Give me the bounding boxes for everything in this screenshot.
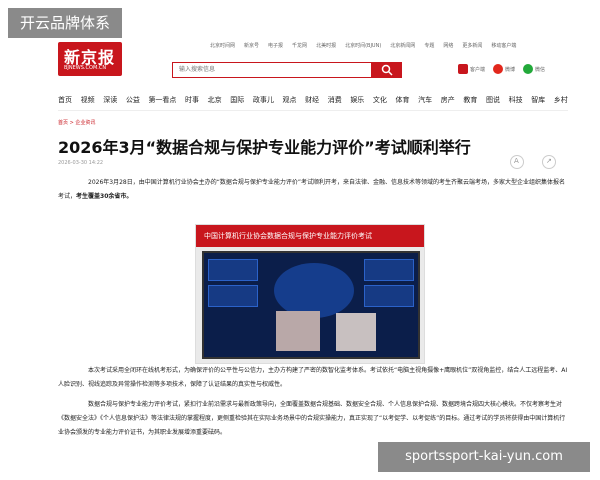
font-size-icon[interactable]: A — [510, 155, 524, 169]
photo-banner: 中国计算机行业协会数据合规与保护专业能力评价考试 — [196, 225, 424, 247]
top-link[interactable]: 北京新闻网 — [390, 40, 415, 52]
nav-item[interactable]: 图说 — [486, 95, 500, 107]
weibo-link[interactable]: 微博 — [493, 64, 515, 74]
nav-item[interactable]: 科技 — [509, 95, 523, 107]
article-photo: 中国计算机行业协会数据合规与保护专业能力评价考试 — [195, 224, 425, 364]
nav-item[interactable]: 汽车 — [418, 95, 432, 107]
screen-panel — [364, 259, 414, 281]
social-links: 客户端 微博 微信 — [458, 64, 545, 74]
top-link[interactable]: 更多新闻 — [462, 40, 482, 52]
wechat-icon — [523, 64, 534, 74]
map-display — [274, 263, 354, 318]
nav-item[interactable]: 公益 — [126, 95, 140, 107]
weibo-icon — [493, 64, 504, 74]
paragraph-text: 2026年3月28日，由中国计算机行业协会主办的“数据合规与保护专业能力评价”考… — [58, 179, 565, 200]
top-link[interactable]: 新京号 — [244, 40, 259, 52]
search-icon — [381, 64, 393, 76]
nav-item[interactable]: 文化 — [373, 95, 387, 107]
breadcrumb[interactable]: 首页 > 企业资讯 — [58, 119, 95, 126]
nav-item[interactable]: 首页 — [58, 95, 72, 107]
top-link[interactable]: 专题 — [424, 40, 434, 52]
wechat-link[interactable]: 微信 — [523, 64, 545, 74]
top-link[interactable]: 北京时间(BJUN) — [345, 40, 381, 52]
nav-item[interactable]: 国际 — [230, 95, 244, 107]
app-icon — [458, 64, 468, 74]
nav-divider — [58, 110, 568, 111]
article-paragraph-3: 数据合规与保护专业能力评价考试，紧扣行业前沿需求与最新政策导向，全面覆盖数据合规… — [58, 401, 566, 436]
nav-item[interactable]: 财经 — [305, 95, 319, 107]
publish-date: 2026-03-30 14:22 — [58, 160, 104, 166]
nav-item[interactable]: 智库 — [531, 95, 545, 107]
nav-item[interactable]: 教育 — [463, 95, 477, 107]
watermark: sportssport-kai-yun.com — [378, 442, 590, 472]
top-link[interactable]: 电子报 — [268, 40, 283, 52]
nav-item[interactable]: 乡村 — [554, 95, 568, 107]
screen-panel — [208, 285, 258, 307]
screen-panel — [208, 259, 258, 281]
nav-item[interactable]: 体育 — [396, 95, 410, 107]
nav-item[interactable]: 政事儿 — [253, 95, 274, 107]
social-label: 微博 — [505, 66, 516, 73]
top-link[interactable]: 网络 — [443, 40, 453, 52]
site-logo[interactable]: 新京报 BJNEWS.COM.CN — [58, 42, 122, 76]
nav-item[interactable]: 房产 — [441, 95, 455, 107]
nav-item[interactable]: 视频 — [81, 95, 95, 107]
app-link[interactable]: 客户端 — [458, 64, 485, 74]
blurred-face — [276, 311, 320, 351]
top-link-bar: 北京时间网 新京号 电子报 千龙网 北美时报 北京时间(BJUN) 北京新闻网 … — [210, 40, 570, 52]
article-paragraph-2: 本次考试采用全闭环在线机考形式，为确保评价的公平性与公信力，主办方构建了严密的数… — [58, 367, 568, 388]
blurred-face — [336, 313, 376, 351]
top-link[interactable]: 千龙网 — [292, 40, 307, 52]
nav-item[interactable]: 娱乐 — [350, 95, 364, 107]
main-nav: 首页 视频 深读 公益 第一看点 时事 北京 国际 政事儿 观点 财经 消费 娱… — [58, 95, 568, 107]
screen-panel — [364, 285, 414, 307]
nav-item[interactable]: 时事 — [185, 95, 199, 107]
paragraph-highlight: 考生覆盖30余省市。 — [76, 193, 133, 200]
top-link[interactable]: 移动客户端 — [491, 40, 516, 52]
top-link[interactable]: 北京时间网 — [210, 40, 235, 52]
search-input[interactable]: 输入搜索信息 — [172, 62, 372, 78]
nav-item[interactable]: 观点 — [282, 95, 296, 107]
nav-item[interactable]: 北京 — [208, 95, 222, 107]
search-button[interactable] — [372, 62, 402, 78]
nav-item[interactable]: 深读 — [103, 95, 117, 107]
social-label: 微信 — [535, 66, 546, 73]
article-paragraph-1: 2026年3月28日，由中国计算机行业协会主办的“数据合规与保护专业能力评价”考… — [58, 176, 570, 204]
nav-item[interactable]: 消费 — [328, 95, 342, 107]
nav-item[interactable]: 第一看点 — [148, 95, 176, 107]
social-label: 客户端 — [470, 66, 486, 73]
logo-domain: BJNEWS.COM.CN — [64, 65, 107, 71]
share-icon[interactable]: ↗ — [542, 155, 556, 169]
article-title: 2026年3月“数据合规与保护专业能力评价”考试顺利举行 — [58, 138, 471, 157]
brand-tag: 开云品牌体系 — [8, 8, 123, 38]
top-link[interactable]: 北美时报 — [316, 40, 336, 52]
